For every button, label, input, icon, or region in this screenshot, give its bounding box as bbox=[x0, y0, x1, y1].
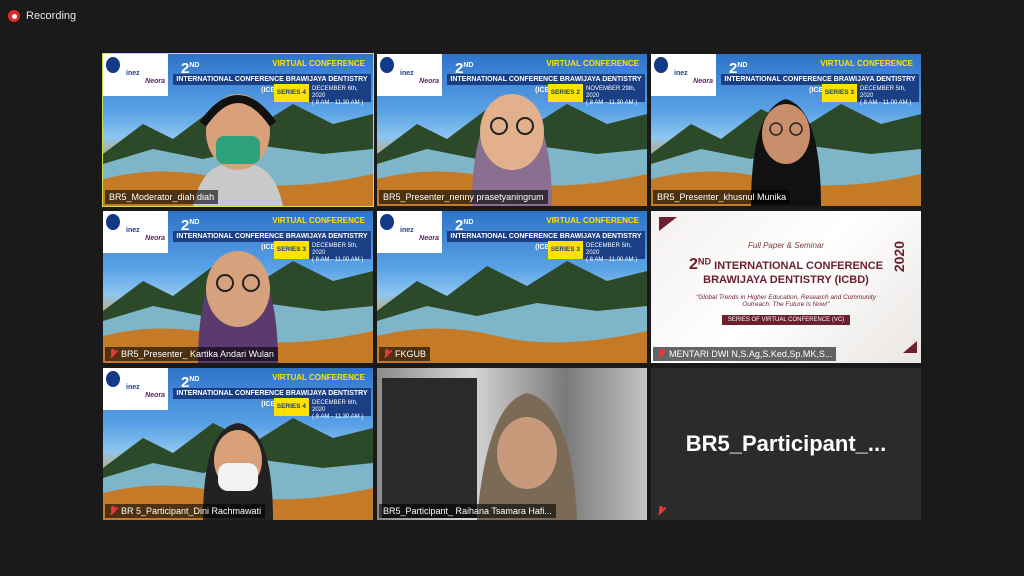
poster-theme: "Global Trends in Higher Education, Rese… bbox=[696, 294, 876, 308]
mic-muted-icon bbox=[109, 349, 118, 359]
video-tile[interactable]: inez Neora VIRTUAL CONFERENCE 2ND INTERN… bbox=[377, 54, 647, 206]
participant-name-tag: BR5_Participant_ Raihana Tsamara Hafi... bbox=[379, 504, 556, 518]
participant-name: BR5_Presenter_ Kartika Andari Wulan bbox=[121, 349, 274, 359]
video-tile[interactable]: inez Neora VIRTUAL CONFERENCE 2ND INTERN… bbox=[103, 211, 373, 363]
participant-video bbox=[203, 423, 273, 520]
participant-video bbox=[382, 378, 577, 520]
record-icon bbox=[8, 10, 20, 22]
video-tile[interactable]: inez Neora VIRTUAL CONFERENCE 2ND INTERN… bbox=[103, 368, 373, 520]
mic-muted-icon bbox=[109, 506, 118, 516]
participant-name-tag: BR5_Presenter_nenny prasetyaningrum bbox=[379, 190, 548, 204]
participant-name: BR 5_Participant_Dini Rachmawati bbox=[121, 506, 262, 516]
video-tile[interactable]: Full Paper & Seminar 2ND INTERNATIONAL C… bbox=[651, 211, 921, 363]
video-gallery: inez Neora VIRTUAL CONFERENCE 2ND INTERN… bbox=[102, 53, 921, 520]
video-tile[interactable]: inez Neora VIRTUAL CONFERENCE 2ND INTERN… bbox=[377, 211, 647, 363]
participant-name: BR5_Presenter_nenny prasetyaningrum bbox=[383, 192, 544, 202]
video-tile[interactable]: BR5_Participant_ Raihana Tsamara Hafi... bbox=[377, 368, 647, 520]
series-box: SERIES 3 DECEMBER 5th, 2020( 8 AM - 11.0… bbox=[547, 241, 645, 263]
participant-name-tag: BR 5_Participant_Dini Rachmawati bbox=[105, 504, 266, 518]
banner-logos: inez Neora bbox=[379, 213, 439, 253]
participant-display-name: BR5_Participant_... bbox=[685, 431, 887, 456]
participant-video bbox=[751, 99, 821, 206]
participant-video bbox=[198, 251, 278, 363]
mic-muted-icon bbox=[657, 506, 666, 516]
participant-name-tag bbox=[653, 504, 673, 518]
poster-title: 2ND INTERNATIONAL CONFERENCE BRAWIJAYA DE… bbox=[688, 256, 884, 286]
participant-name: FKGUB bbox=[395, 349, 427, 359]
participant-name: BR5_Participant_ Raihana Tsamara Hafi... bbox=[383, 506, 552, 516]
series-date: DECEMBER 5th, 2020( 8 AM - 11.00 AM ) bbox=[583, 241, 645, 263]
participant-video bbox=[472, 94, 552, 206]
recording-label: Recording bbox=[26, 10, 77, 22]
video-tile[interactable]: inez Neora VIRTUAL CONFERENCE 2ND INTERN… bbox=[102, 53, 374, 207]
virtual-conference-label: VIRTUAL CONFERENCE bbox=[546, 216, 639, 225]
university-logo-icon bbox=[379, 213, 395, 231]
participant-name: BR5_Moderator_diah diah bbox=[109, 192, 215, 202]
participant-name-tag: MENTARI DWI N,S.Ag,S.Ked,Sp.MK,S... bbox=[653, 347, 837, 361]
poster-subtitle: Full Paper & Seminar bbox=[747, 241, 825, 250]
inez-logo: inez bbox=[397, 213, 417, 249]
series-label: SERIES 3 bbox=[547, 241, 583, 259]
participant-video bbox=[193, 94, 283, 206]
participant-name-tag: BR5_Presenter_ Kartika Andari Wulan bbox=[105, 347, 278, 361]
participant-name-tag: BR5_Moderator_diah diah bbox=[105, 190, 219, 204]
participant-name-tag: BR5_Presenter_khusnul Munika bbox=[653, 190, 791, 204]
video-tile[interactable]: BR5_Participant_... bbox=[651, 368, 921, 520]
participant-name: BR5_Presenter_khusnul Munika bbox=[657, 192, 787, 202]
participant-name: MENTARI DWI N,S.Ag,S.Ked,Sp.MK,S... bbox=[669, 349, 833, 359]
mic-muted-icon bbox=[383, 349, 392, 359]
participant-name-tag: FKGUB bbox=[379, 347, 431, 361]
poster-year: 2020 bbox=[891, 241, 907, 273]
neora-logo: Neora bbox=[419, 235, 439, 242]
recording-indicator: Recording bbox=[8, 8, 76, 24]
mic-muted-icon bbox=[657, 349, 666, 359]
video-tile[interactable]: inez Neora VIRTUAL CONFERENCE 2ND INTERN… bbox=[651, 54, 921, 206]
poster-series: SERIES OF VIRTUAL CONFERENCE (VC) bbox=[721, 315, 851, 325]
